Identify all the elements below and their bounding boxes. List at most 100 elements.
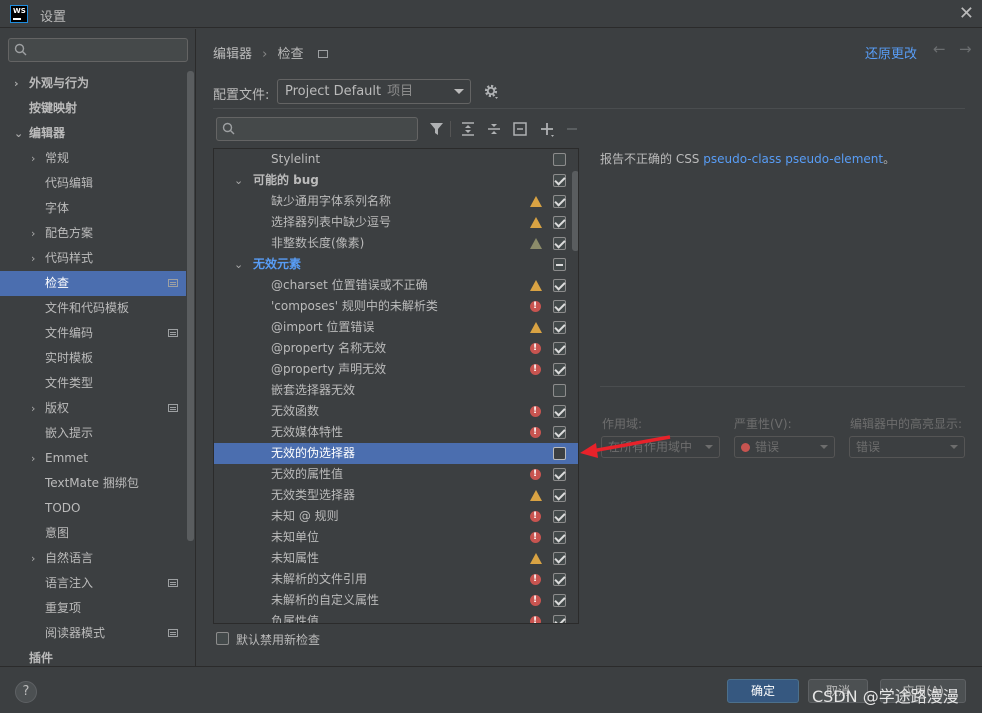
chevron-down-icon[interactable]: ⌄ bbox=[234, 170, 243, 191]
inspection-checkbox[interactable] bbox=[553, 573, 566, 586]
inspection-checkbox[interactable] bbox=[553, 363, 566, 376]
chevron-right-icon[interactable]: › bbox=[31, 146, 35, 171]
sidebar-item[interactable]: 阅读器模式 bbox=[0, 621, 186, 646]
severity-dropdown[interactable]: 错误 bbox=[734, 436, 835, 458]
highlight-dropdown[interactable]: 错误 bbox=[849, 436, 965, 458]
sidebar-scrollbar[interactable] bbox=[187, 71, 194, 541]
inspection-checkbox[interactable] bbox=[553, 552, 566, 565]
gear-icon[interactable] bbox=[482, 82, 500, 100]
sidebar-item[interactable]: 重复项 bbox=[0, 596, 186, 621]
sidebar-item[interactable]: 意图 bbox=[0, 521, 186, 546]
chevron-right-icon[interactable]: › bbox=[14, 71, 19, 96]
sidebar-item[interactable]: 检查 bbox=[0, 271, 186, 296]
inspection-row[interactable]: @charset 位置错误或不正确 bbox=[214, 275, 578, 296]
chevron-right-icon[interactable]: › bbox=[31, 246, 35, 271]
sidebar-item[interactable]: 文件和代码模板 bbox=[0, 296, 186, 321]
help-button[interactable]: ? bbox=[15, 681, 37, 703]
filter-icon[interactable] bbox=[428, 120, 446, 138]
sidebar-item[interactable]: › 版权 bbox=[0, 396, 186, 421]
inspection-row[interactable]: 选择器列表中缺少逗号 bbox=[214, 212, 578, 233]
inspection-group-row[interactable]: ⌄ 可能的 bug bbox=[214, 170, 578, 191]
inspection-checkbox[interactable] bbox=[553, 216, 566, 229]
breadcrumb-item-editor[interactable]: 编辑器 bbox=[213, 47, 252, 62]
sidebar-item[interactable]: 按键映射 bbox=[0, 96, 186, 121]
sidebar-search-input[interactable] bbox=[33, 41, 183, 59]
sidebar-item[interactable]: 文件编码 bbox=[0, 321, 186, 346]
chevron-down-icon[interactable]: ⌄ bbox=[234, 254, 243, 275]
inspection-checkbox[interactable] bbox=[553, 468, 566, 481]
close-icon[interactable]: ✕ bbox=[959, 3, 974, 24]
inspection-row[interactable]: @property 名称无效 bbox=[214, 338, 578, 359]
sidebar-item[interactable]: TODO bbox=[0, 496, 186, 521]
inspection-row[interactable]: @property 声明无效 bbox=[214, 359, 578, 380]
inspection-checkbox[interactable] bbox=[553, 531, 566, 544]
reset-to-default-icon[interactable] bbox=[511, 120, 529, 138]
inspection-row[interactable]: 非整数长度(像素) bbox=[214, 233, 578, 254]
inspection-checkbox[interactable] bbox=[553, 258, 566, 271]
inspection-checkbox[interactable] bbox=[553, 321, 566, 334]
add-icon[interactable] bbox=[538, 120, 556, 138]
inspection-checkbox[interactable] bbox=[553, 426, 566, 439]
inspections-scrollbar[interactable] bbox=[572, 171, 578, 251]
inspection-checkbox[interactable] bbox=[553, 300, 566, 313]
chevron-right-icon[interactable]: › bbox=[31, 221, 35, 246]
inspection-checkbox[interactable] bbox=[553, 489, 566, 502]
inspection-row[interactable]: 'composes' 规则中的未解析类 bbox=[214, 296, 578, 317]
sidebar-item[interactable]: › 外观与行为 bbox=[0, 71, 186, 96]
scope-dropdown[interactable]: 在所有作用域中 bbox=[601, 436, 720, 458]
inspection-checkbox[interactable] bbox=[553, 342, 566, 355]
profile-dropdown[interactable]: Project Default 项目 bbox=[277, 79, 471, 104]
inspection-checkbox[interactable] bbox=[553, 195, 566, 208]
inspection-row[interactable]: 无效的伪选择器 bbox=[214, 443, 578, 464]
inspection-checkbox[interactable] bbox=[553, 510, 566, 523]
sidebar-search[interactable] bbox=[8, 38, 188, 62]
inspection-row[interactable]: 缺少通用字体系列名称 bbox=[214, 191, 578, 212]
chevron-down-icon[interactable]: ⌄ bbox=[14, 121, 23, 146]
inspection-filter-search[interactable] bbox=[216, 117, 418, 141]
inspection-checkbox[interactable] bbox=[553, 237, 566, 250]
chevron-right-icon[interactable]: › bbox=[31, 396, 35, 421]
inspection-row[interactable]: 无效函数 bbox=[214, 401, 578, 422]
sidebar-item[interactable]: 文件类型 bbox=[0, 371, 186, 396]
inspection-row[interactable]: @import 位置错误 bbox=[214, 317, 578, 338]
sidebar-item[interactable]: › 配色方案 bbox=[0, 221, 186, 246]
inspection-checkbox[interactable] bbox=[553, 615, 566, 623]
inspection-row[interactable]: 未知属性 bbox=[214, 548, 578, 569]
inspection-checkbox[interactable] bbox=[553, 594, 566, 607]
inspection-row[interactable]: 无效媒体特性 bbox=[214, 422, 578, 443]
inspection-row[interactable]: 无效类型选择器 bbox=[214, 485, 578, 506]
sidebar-item[interactable]: 代码编辑 bbox=[0, 171, 186, 196]
chevron-right-icon[interactable]: › bbox=[31, 546, 35, 571]
default-disable-checkbox[interactable] bbox=[216, 632, 229, 645]
ok-button[interactable]: 确定 bbox=[727, 679, 799, 703]
inspection-row[interactable]: 嵌套选择器无效 bbox=[214, 380, 578, 401]
chevron-right-icon[interactable]: › bbox=[31, 446, 35, 471]
inspection-group-row[interactable]: ⌄ 无效元素 bbox=[214, 254, 578, 275]
inspection-row[interactable]: 未解析的文件引用 bbox=[214, 569, 578, 590]
collapse-all-icon[interactable] bbox=[485, 120, 503, 138]
remove-icon[interactable] bbox=[563, 120, 581, 138]
sidebar-item[interactable]: 字体 bbox=[0, 196, 186, 221]
inspection-checkbox[interactable] bbox=[553, 405, 566, 418]
sidebar-item[interactable]: › Emmet bbox=[0, 446, 186, 471]
sidebar-item[interactable]: › 代码样式 bbox=[0, 246, 186, 271]
inspection-row[interactable]: 负属性值 bbox=[214, 611, 578, 623]
sidebar-item[interactable]: 嵌入提示 bbox=[0, 421, 186, 446]
description-link[interactable]: pseudo-class pseudo-element bbox=[703, 152, 883, 166]
sidebar-item[interactable]: › 常规 bbox=[0, 146, 186, 171]
expand-all-icon[interactable] bbox=[459, 120, 477, 138]
sidebar-item[interactable]: 实时模板 bbox=[0, 346, 186, 371]
forward-arrow-icon[interactable]: → bbox=[959, 40, 972, 58]
sidebar-item[interactable]: › 自然语言 bbox=[0, 546, 186, 571]
inspection-row[interactable]: 未知 @ 规则 bbox=[214, 506, 578, 527]
sidebar-item[interactable]: 语言注入 bbox=[0, 571, 186, 596]
inspection-row[interactable]: 未解析的自定义属性 bbox=[214, 590, 578, 611]
back-arrow-icon[interactable]: ← bbox=[933, 40, 946, 58]
inspection-row[interactable]: 未知单位 bbox=[214, 527, 578, 548]
revert-changes-link[interactable]: 还原更改 bbox=[865, 43, 917, 62]
inspection-checkbox[interactable] bbox=[553, 447, 566, 460]
sidebar-item[interactable]: TextMate 捆绑包 bbox=[0, 471, 186, 496]
sidebar-item[interactable]: ⌄ 编辑器 bbox=[0, 121, 186, 146]
inspection-checkbox[interactable] bbox=[553, 174, 566, 187]
inspection-row[interactable]: Stylelint bbox=[214, 149, 578, 170]
